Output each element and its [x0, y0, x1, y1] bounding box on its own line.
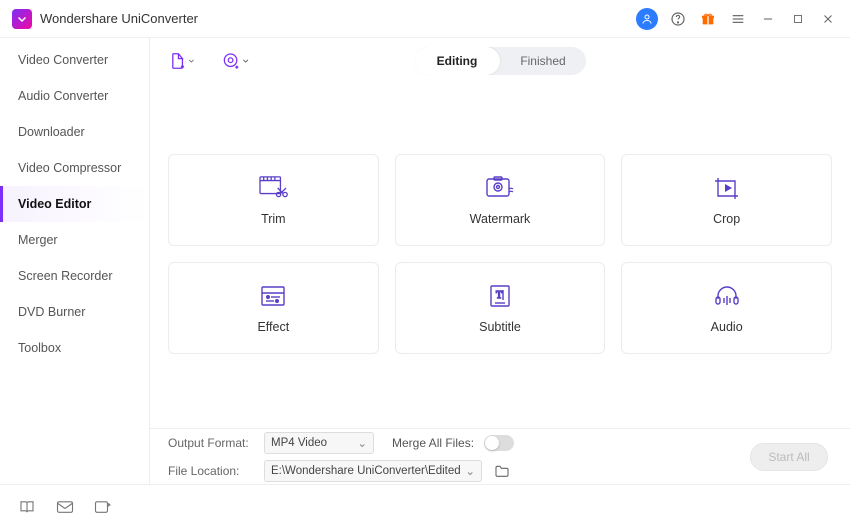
- tool-audio[interactable]: Audio: [621, 262, 832, 354]
- gift-button[interactable]: [698, 9, 718, 29]
- tool-label: Subtitle: [479, 320, 521, 334]
- sidebar-item-toolbox[interactable]: Toolbox: [0, 330, 149, 366]
- file-location-select[interactable]: E:\Wondershare UniConverter\Edited ⌄: [264, 460, 482, 482]
- tool-label: Audio: [711, 320, 743, 334]
- tool-label: Effect: [257, 320, 289, 334]
- output-format-value: MP4 Video: [271, 437, 327, 449]
- crop-icon: [713, 174, 741, 202]
- chevron-down-icon: ⌄: [465, 464, 475, 478]
- main: Video Converter Audio Converter Download…: [0, 38, 850, 484]
- account-button[interactable]: [636, 8, 658, 30]
- output-format-select[interactable]: MP4 Video ⌄: [264, 432, 374, 454]
- tool-label: Watermark: [470, 212, 531, 226]
- toolbar: Editing Finished: [150, 38, 850, 84]
- file-location-value: E:\Wondershare UniConverter\Edited: [271, 465, 461, 477]
- add-target-button[interactable]: [222, 47, 250, 75]
- tab-editing[interactable]: Editing: [414, 47, 500, 75]
- tool-grid-wrap: Trim Watermark Crop: [150, 84, 850, 428]
- trim-icon: [258, 174, 288, 202]
- subtitle-icon: T: [487, 282, 513, 310]
- tool-trim[interactable]: Trim: [168, 154, 379, 246]
- tool-crop[interactable]: Crop: [621, 154, 832, 246]
- sidebar-item-screen-recorder[interactable]: Screen Recorder: [0, 258, 149, 294]
- browse-folder-button[interactable]: [492, 461, 512, 481]
- tutorial-icon[interactable]: [18, 499, 36, 515]
- sidebar-item-video-editor[interactable]: Video Editor: [0, 186, 149, 222]
- sidebar-item-video-converter[interactable]: Video Converter: [0, 42, 149, 78]
- help-button[interactable]: [668, 9, 688, 29]
- app-title: Wondershare UniConverter: [40, 11, 636, 26]
- tool-subtitle[interactable]: T Subtitle: [395, 262, 606, 354]
- close-button[interactable]: [818, 9, 838, 29]
- tool-grid: Trim Watermark Crop: [168, 154, 832, 354]
- tab-finished[interactable]: Finished: [500, 47, 586, 75]
- content: Editing Finished Trim Watermark: [150, 38, 850, 484]
- svg-text:T: T: [496, 290, 502, 301]
- menu-button[interactable]: [728, 9, 748, 29]
- sidebar-item-merger[interactable]: Merger: [0, 222, 149, 258]
- tool-watermark[interactable]: Watermark: [395, 154, 606, 246]
- audio-icon: [712, 282, 742, 310]
- file-location-label: File Location:: [168, 464, 254, 478]
- start-all-button[interactable]: Start All: [750, 443, 828, 471]
- maximize-button[interactable]: [788, 9, 808, 29]
- sidebar-item-audio-converter[interactable]: Audio Converter: [0, 78, 149, 114]
- merge-label: Merge All Files:: [392, 436, 474, 450]
- minimize-button[interactable]: [758, 9, 778, 29]
- sidebar-item-video-compressor[interactable]: Video Compressor: [0, 150, 149, 186]
- window-controls: [636, 8, 838, 30]
- sidebar: Video Converter Audio Converter Download…: [0, 38, 150, 484]
- add-file-button[interactable]: [168, 47, 196, 75]
- output-format-label: Output Format:: [168, 436, 254, 450]
- transfer-icon[interactable]: [94, 499, 112, 515]
- sidebar-item-downloader[interactable]: Downloader: [0, 114, 149, 150]
- tool-label: Crop: [713, 212, 740, 226]
- feedback-icon[interactable]: [56, 500, 74, 514]
- titlebar: Wondershare UniConverter: [0, 0, 850, 38]
- watermark-icon: [485, 174, 515, 202]
- effect-icon: [260, 282, 286, 310]
- tool-label: Trim: [261, 212, 286, 226]
- bottombar: [0, 484, 850, 528]
- tab-segment: Editing Finished: [414, 47, 586, 75]
- chevron-down-icon: ⌄: [357, 436, 367, 450]
- sidebar-item-dvd-burner[interactable]: DVD Burner: [0, 294, 149, 330]
- tool-effect[interactable]: Effect: [168, 262, 379, 354]
- merge-toggle[interactable]: [484, 435, 514, 451]
- app-logo: [12, 9, 32, 29]
- footer: Output Format: MP4 Video ⌄ Merge All Fil…: [150, 428, 850, 484]
